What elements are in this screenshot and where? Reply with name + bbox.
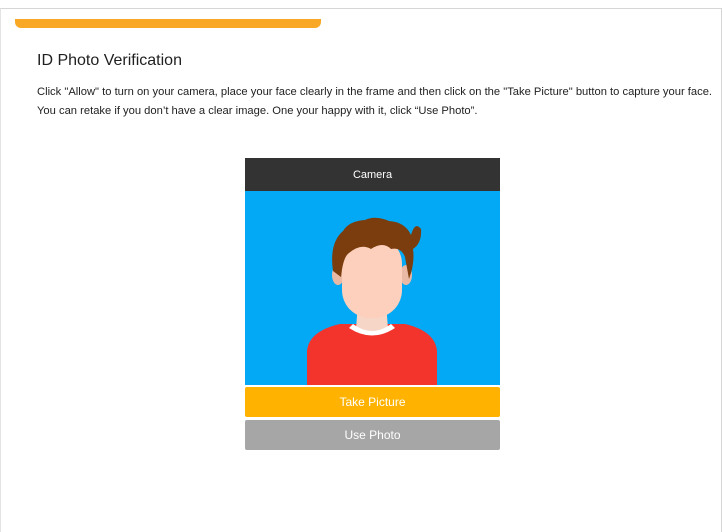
avatar-placeholder-icon [307,217,437,385]
take-picture-button[interactable]: Take Picture [245,387,500,417]
camera-header: Camera [245,158,500,191]
use-photo-button[interactable]: Use Photo [245,420,500,450]
camera-header-label: Camera [352,168,393,181]
progress-bar [15,19,321,28]
page-title: ID Photo Verification [37,52,182,69]
camera-panel: Camera [245,158,500,385]
instructions-text: Click "Allow" to turn on your camera, pl… [37,86,713,117]
